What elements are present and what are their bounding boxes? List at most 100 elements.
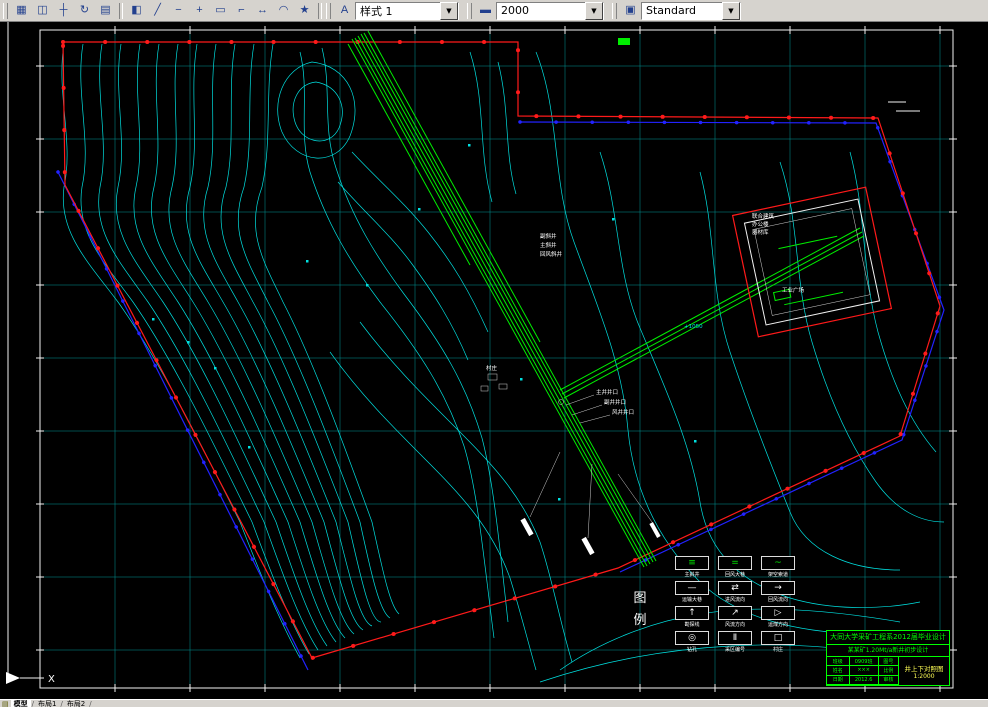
- legend-symbol: ↑: [688, 607, 696, 618]
- tab-separator: /: [89, 699, 92, 707]
- survey-grid: [44, 34, 950, 686]
- rotate-button[interactable]: ↻: [74, 1, 95, 20]
- title-block-grid: 班级 0909班 图号 姓名 ××× 比例 日期 2012.6 审核: [827, 657, 899, 685]
- toolbar: ▦ ◫ ┼ ↻ ▤ ◧ ╱ − + ▭ ⌐ ↔ ◠ ★ A 样式 1 ▼ ▬ 2…: [0, 0, 988, 22]
- window-tile-icon: ▦: [16, 4, 27, 16]
- viewports-icon: ◫: [37, 4, 48, 16]
- legend-item: ⇄ 进风流向: [715, 581, 755, 603]
- stretch-button[interactable]: ↔: [252, 1, 273, 20]
- offset-button[interactable]: ╱: [147, 1, 168, 20]
- lineweight-icon: ▬: [480, 4, 491, 16]
- legend-label: 回风流向: [767, 597, 788, 603]
- village-label: 村庄: [486, 364, 498, 372]
- building-label: 办公楼: [752, 220, 769, 228]
- title-block: 大同大学采矿工程系2012届毕业设计 某某矿1.20Mt/a新井初步设计 班级 …: [826, 630, 950, 686]
- arc-button[interactable]: ◠: [273, 1, 294, 20]
- title-block-cell: ×××: [849, 666, 879, 676]
- standard-combo[interactable]: Standard ▼: [641, 1, 741, 20]
- contour-lines: [61, 43, 945, 683]
- legend-item: ▷ 运煤方向: [758, 606, 798, 628]
- window-tile-button[interactable]: ▦: [11, 1, 32, 20]
- drawing-canvas[interactable]: X 副斜井 主斜井 回风斜井 村庄 主井井口 副井井口 风井井口 工业广场 联合…: [0, 22, 988, 699]
- lineweight-value: 2000: [501, 4, 529, 17]
- mirror-icon: ◧: [131, 4, 142, 16]
- legend-item: → 回风流向: [758, 581, 798, 603]
- toolbar-grip[interactable]: [3, 2, 8, 19]
- viewports-button[interactable]: ◫: [32, 1, 53, 20]
- standard-style-button[interactable]: ▣: [620, 1, 641, 20]
- legend-item: = 回风大巷: [715, 556, 755, 578]
- toolbar-grip[interactable]: [612, 2, 617, 19]
- elevation-label: +1050: [684, 324, 703, 330]
- legend-label: 运煤方向: [767, 622, 788, 628]
- stretch-icon: ↔: [257, 4, 268, 16]
- shaft-mouth-label: 主井井口: [596, 388, 618, 396]
- scale-list-icon: ▤: [100, 4, 111, 16]
- arc-icon: ◠: [278, 4, 289, 16]
- legend-symbol: ↗: [731, 607, 739, 618]
- drawing-scale-text: 1:2000: [913, 672, 935, 680]
- legend-label: 采区编号: [724, 647, 745, 653]
- legend-symbol: =: [731, 557, 739, 568]
- building-label: 器材库: [752, 228, 769, 236]
- legend-label: 回风大巷: [724, 572, 745, 578]
- polyline-button[interactable]: ⌐: [231, 1, 252, 20]
- toolbar-separator: [119, 2, 123, 19]
- title-block-drawing-name: 井上下对照图 1:2000: [899, 657, 949, 685]
- blue-boundary: [56, 120, 946, 672]
- legend-label: 风流方向: [724, 622, 745, 628]
- legend-item: — 运输大巷: [672, 581, 712, 603]
- standard-value: Standard: [646, 4, 697, 17]
- toolbar-grip[interactable]: [467, 2, 472, 19]
- extend-button[interactable]: +: [189, 1, 210, 20]
- title-block-cell: 0909班: [849, 657, 879, 667]
- tab-layout1[interactable]: 布局1: [34, 700, 60, 707]
- combo-arrow-icon[interactable]: ▼: [585, 1, 603, 20]
- tab-model[interactable]: 模型: [10, 700, 31, 707]
- title-block-cell: 审核: [878, 675, 899, 685]
- text-style-combo[interactable]: 样式 1 ▼: [355, 1, 459, 20]
- mirror-button[interactable]: ◧: [126, 1, 147, 20]
- shaft-label: 主斜井: [540, 241, 557, 249]
- autocad-window: ▦ ◫ ┼ ↻ ▤ ◧ ╱ − + ▭ ⌐ ↔ ◠ ★ A 样式 1 ▼ ▬ 2…: [0, 0, 988, 707]
- inclined-shaft-roadways: [347, 30, 865, 568]
- cad-drawing: X 副斜井 主斜井 回风斜井 村庄 主井井口 副井井口 风井井口 工业广场 联合…: [6, 22, 957, 692]
- title-block-project: 某某矿1.20Mt/a新井初步设计: [827, 645, 949, 657]
- legend-symbol: ▷: [774, 607, 782, 618]
- legend-symbol: □: [773, 632, 783, 643]
- combo-arrow-icon[interactable]: ▼: [440, 1, 458, 20]
- legend-symbol: ~: [774, 557, 782, 568]
- legend-item: ↗ 风流方向: [715, 606, 755, 628]
- legend-symbol: ≡: [688, 557, 696, 568]
- toolbar-grip[interactable]: [326, 2, 331, 19]
- legend-label: 运输大巷: [681, 597, 702, 603]
- explode-icon: ★: [299, 4, 310, 16]
- shaft-label: 副斜井: [540, 232, 557, 240]
- lineweight-button[interactable]: ▬: [475, 1, 496, 20]
- title-block-cell: 姓名: [827, 666, 850, 676]
- shaft-mouth-label: 副井井口: [604, 398, 626, 406]
- scale-list-button[interactable]: ▤: [95, 1, 116, 20]
- legend-symbol: →: [774, 582, 782, 593]
- legend-title-char: 例: [633, 613, 647, 628]
- building-label: 联合建筑: [752, 212, 775, 220]
- legend-label: 村庄: [772, 647, 783, 653]
- combo-arrow-icon[interactable]: ▼: [722, 1, 740, 20]
- move-icon: ┼: [59, 4, 68, 16]
- industrial-square: [731, 186, 893, 338]
- extend-icon: +: [196, 4, 203, 16]
- layout-tabs-icon: ▤: [2, 699, 9, 707]
- tab-layout2[interactable]: 布局2: [63, 700, 89, 707]
- lineweight-combo[interactable]: 2000 ▼: [496, 1, 604, 20]
- trim-button[interactable]: −: [168, 1, 189, 20]
- shaft-mouth-label: 风井井口: [612, 408, 634, 416]
- title-block-cell: 日期: [827, 675, 850, 685]
- trim-icon: −: [175, 4, 182, 16]
- explode-button[interactable]: ★: [294, 1, 315, 20]
- text-style-button[interactable]: A: [334, 1, 355, 20]
- move-button[interactable]: ┼: [53, 1, 74, 20]
- legend-item: Ⅱ 采区编号: [715, 631, 755, 653]
- rectangle-button[interactable]: ▭: [210, 1, 231, 20]
- legend-symbol: ⇄: [731, 582, 739, 593]
- title-block-cell: 班级: [827, 657, 850, 667]
